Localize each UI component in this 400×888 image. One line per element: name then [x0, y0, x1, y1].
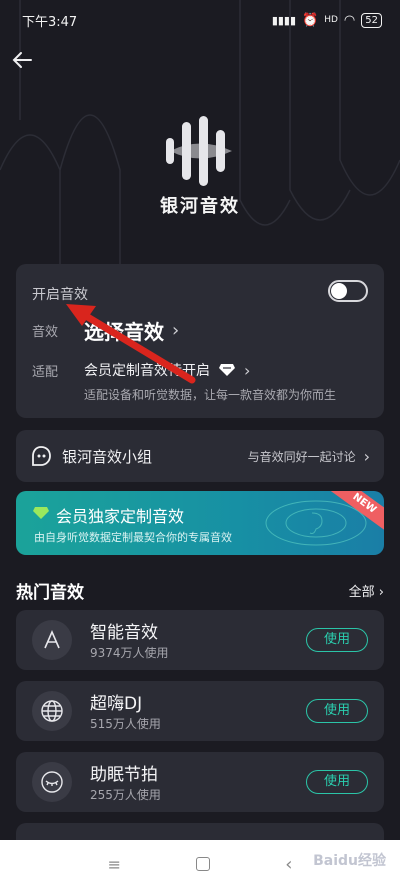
effect-item[interactable]: 超嗨DJ 515万人使用 使用	[16, 681, 384, 741]
effect-name: 智能音效	[90, 623, 158, 643]
home-icon[interactable]	[196, 857, 211, 871]
watermark: Baidu经验	[313, 853, 386, 869]
group-title: 银河音效小组	[62, 447, 153, 466]
diamond-icon	[33, 507, 49, 519]
effect-users: 515万人使用	[90, 717, 161, 731]
adapt-description: 适配设备和听觉数据，让每一款音效都为你而生	[84, 388, 337, 402]
effect-users: 9374万人使用	[90, 646, 169, 660]
effect-item[interactable]: 智能音效 9374万人使用 使用	[16, 610, 384, 670]
toggle-knob	[331, 283, 347, 299]
enable-effect-toggle[interactable]	[328, 280, 368, 302]
letter-a-icon	[32, 620, 72, 660]
logo-title: 银河音效	[160, 196, 240, 217]
galaxy-logo-icon	[166, 116, 232, 186]
signal-icon: ▮▮▮▮	[271, 13, 297, 27]
status-time: 下午3:47	[22, 14, 78, 30]
galaxy-group-row[interactable]: 银河音效小组 与音效同好一起讨论 ›	[16, 430, 384, 482]
chevron-right-icon: ›	[363, 446, 370, 466]
hot-section-title: 热门音效	[16, 583, 84, 603]
annotation-arrow	[66, 304, 196, 384]
alarm-icon: ⏰	[302, 12, 319, 28]
use-button[interactable]: 使用	[306, 628, 368, 652]
arrow-left-icon[interactable]	[10, 48, 34, 72]
vip-title: 会员独家定制音效	[56, 507, 185, 526]
group-subtitle: 与音效同好一起讨论	[247, 449, 356, 464]
back-nav-icon[interactable]: ‹	[285, 854, 292, 875]
chevron-right-icon: ›	[244, 360, 251, 380]
effect-item[interactable]: 助眠节拍 255万人使用 使用	[16, 752, 384, 812]
use-button[interactable]: 使用	[306, 770, 368, 794]
sleep-eye-icon	[32, 762, 72, 802]
status-bar: 下午3:47 ▮▮▮▮ ⏰ HD ◠ 52	[0, 0, 400, 40]
use-button[interactable]: 使用	[306, 699, 368, 723]
view-all-link[interactable]: 全部 ›	[349, 581, 384, 600]
vip-custom-effect-banner[interactable]: 会员独家定制音效 由自身听觉数据定制最契合你的专属音效 NEW	[16, 491, 384, 555]
battery-icon: 52	[361, 12, 382, 28]
chat-bubble-icon	[32, 446, 51, 466]
diamond-icon	[219, 364, 235, 376]
effect-name: 超嗨DJ	[90, 694, 143, 714]
vip-subtitle: 由自身听觉数据定制最契合你的专属音效	[34, 531, 232, 544]
menu-icon[interactable]: ≡	[108, 855, 121, 874]
hot-section-header: 热门音效 全部 ›	[16, 578, 384, 603]
hd-icon: HD	[324, 15, 338, 25]
effect-users: 255万人使用	[90, 788, 161, 802]
wifi-icon: ◠	[343, 12, 356, 28]
status-icons: ▮▮▮▮ ⏰ HD ◠ 52	[271, 12, 382, 28]
effect-name: 助眠节拍	[90, 765, 158, 785]
globe-icon	[32, 691, 72, 731]
